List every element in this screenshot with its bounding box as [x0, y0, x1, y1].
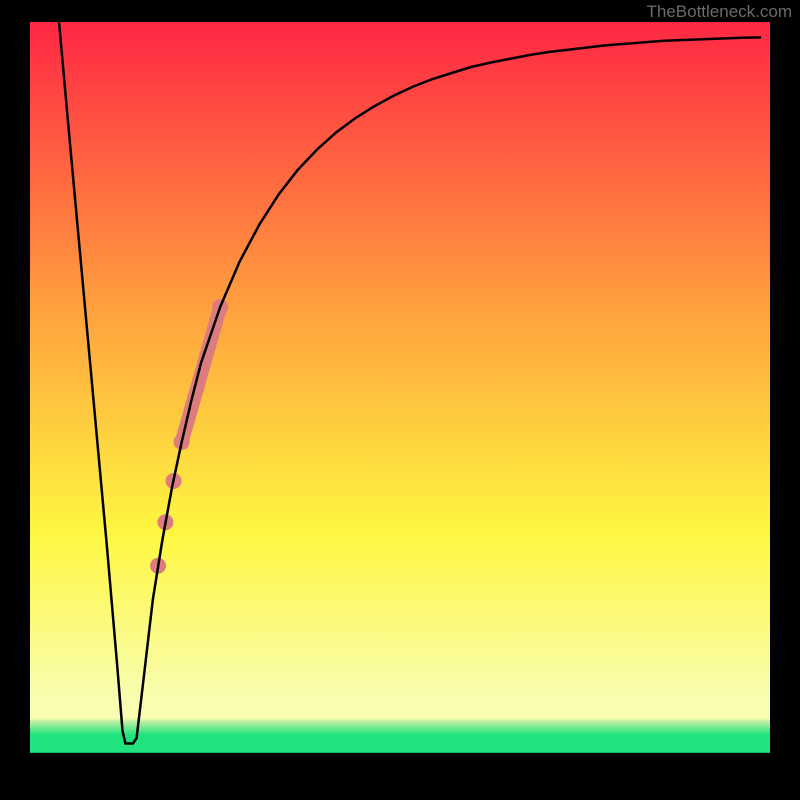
attribution-text: TheBottleneck.com	[646, 2, 792, 22]
chart-background-gradient	[30, 22, 770, 772]
bottleneck-chart	[0, 0, 800, 800]
